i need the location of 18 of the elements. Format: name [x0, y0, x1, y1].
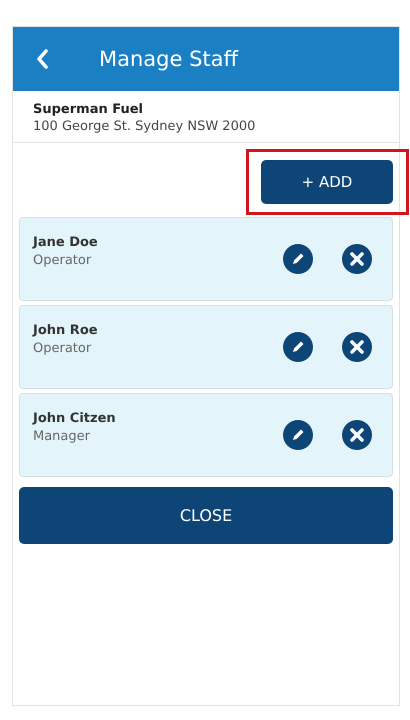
close-button[interactable]: CLOSE: [19, 487, 393, 544]
staff-role: Manager: [33, 428, 91, 444]
screen-title: Manage Staff: [99, 47, 238, 71]
staff-role: Operator: [33, 340, 92, 356]
staff-name: John Roe: [33, 322, 99, 338]
business-name: Superman Fuel: [33, 102, 144, 117]
edit-icon[interactable]: [283, 244, 313, 274]
delete-icon[interactable]: [342, 420, 372, 450]
delete-icon[interactable]: [342, 244, 372, 274]
delete-icon[interactable]: [342, 332, 372, 362]
staff-name: Jane Doe: [33, 234, 99, 250]
add-button[interactable]: + ADD: [261, 160, 393, 204]
edit-icon[interactable]: [283, 420, 313, 450]
staff-name: John Citzen: [33, 410, 117, 426]
back-icon[interactable]: [35, 48, 49, 70]
staff-role: Operator: [33, 252, 92, 268]
edit-icon[interactable]: [283, 332, 313, 362]
business-address: 100 George St. Sydney NSW 2000: [33, 119, 256, 134]
